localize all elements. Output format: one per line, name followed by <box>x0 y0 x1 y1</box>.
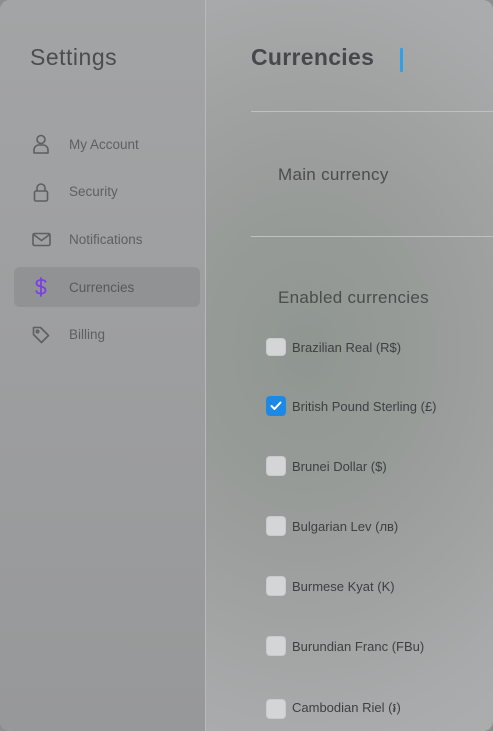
currency-item-bulgarian-lev[interactable]: Bulgarian Lev (лв) <box>266 516 398 536</box>
checkbox[interactable] <box>266 636 286 656</box>
checkbox[interactable] <box>266 699 286 719</box>
checkbox[interactable] <box>266 338 286 356</box>
currency-label: Burmese Kyat (K) <box>292 578 395 594</box>
divider <box>251 236 493 237</box>
user-icon <box>30 133 52 155</box>
currency-label: Cambodian Riel (៛) <box>292 699 401 715</box>
currency-label: Brunei Dollar ($) <box>292 458 387 474</box>
currency-label: Bulgarian Lev (лв) <box>292 518 399 534</box>
page-title: Currencies <box>251 44 375 70</box>
sidebar-item-billing[interactable]: Billing <box>14 315 200 355</box>
sidebar-item-label: Security <box>69 184 118 200</box>
sidebar-item-notifications[interactable]: Notifications <box>14 219 200 259</box>
currency-item-british-pound[interactable]: British Pound Sterling (£) <box>266 396 437 416</box>
checkbox-checked[interactable] <box>266 396 286 416</box>
main-currency-label[interactable]: Main currency <box>278 165 389 185</box>
currency-item-burundian-franc[interactable]: Burundian Franc (FBu) <box>266 636 424 656</box>
lock-icon <box>30 181 52 203</box>
sidebar-item-currencies[interactable]: Currencies <box>14 267 200 308</box>
checkbox[interactable] <box>266 576 286 596</box>
enabled-currencies-label: Enabled currencies <box>278 288 429 307</box>
sidebar-item-label: Currencies <box>69 279 135 295</box>
currency-item-burmese-kyat[interactable]: Burmese Kyat (K) <box>266 576 395 596</box>
sidebar-item-label: Billing <box>69 327 106 343</box>
text-cursor <box>400 48 403 72</box>
sidebar-item-security[interactable]: Security <box>14 172 200 212</box>
main-panel: Currencies Main currency Enabled currenc… <box>206 0 493 731</box>
checkbox[interactable] <box>266 516 286 536</box>
currency-label: British Pound Sterling (£) <box>292 398 437 414</box>
checkbox[interactable] <box>266 456 286 476</box>
currency-item-cambodian-riel[interactable]: Cambodian Riel (៛) <box>266 699 401 719</box>
currency-label: Burundian Franc (FBu) <box>292 638 425 654</box>
settings-window: Settings My Account Security Notificatio… <box>0 0 493 731</box>
currency-item-brazilian-real[interactable]: Brazilian Real (R$) <box>266 338 401 356</box>
currency-item-brunei-dollar[interactable]: Brunei Dollar ($) <box>266 456 387 476</box>
divider <box>251 111 493 112</box>
checkmark-icon <box>270 401 282 410</box>
sidebar-item-label: My Account <box>69 136 139 152</box>
mail-icon <box>30 228 52 250</box>
sidebar-item-my-account[interactable]: My Account <box>14 124 200 164</box>
sidebar-item-label: Notifications <box>69 231 143 247</box>
sidebar: Settings My Account Security Notificatio… <box>0 0 206 731</box>
sidebar-nav: My Account Security Notifications Curren… <box>14 124 200 362</box>
sidebar-title: Settings <box>30 44 118 70</box>
tag-icon <box>30 324 52 346</box>
currency-label: Brazilian Real (R$) <box>292 339 402 355</box>
dollar-icon <box>30 276 52 298</box>
